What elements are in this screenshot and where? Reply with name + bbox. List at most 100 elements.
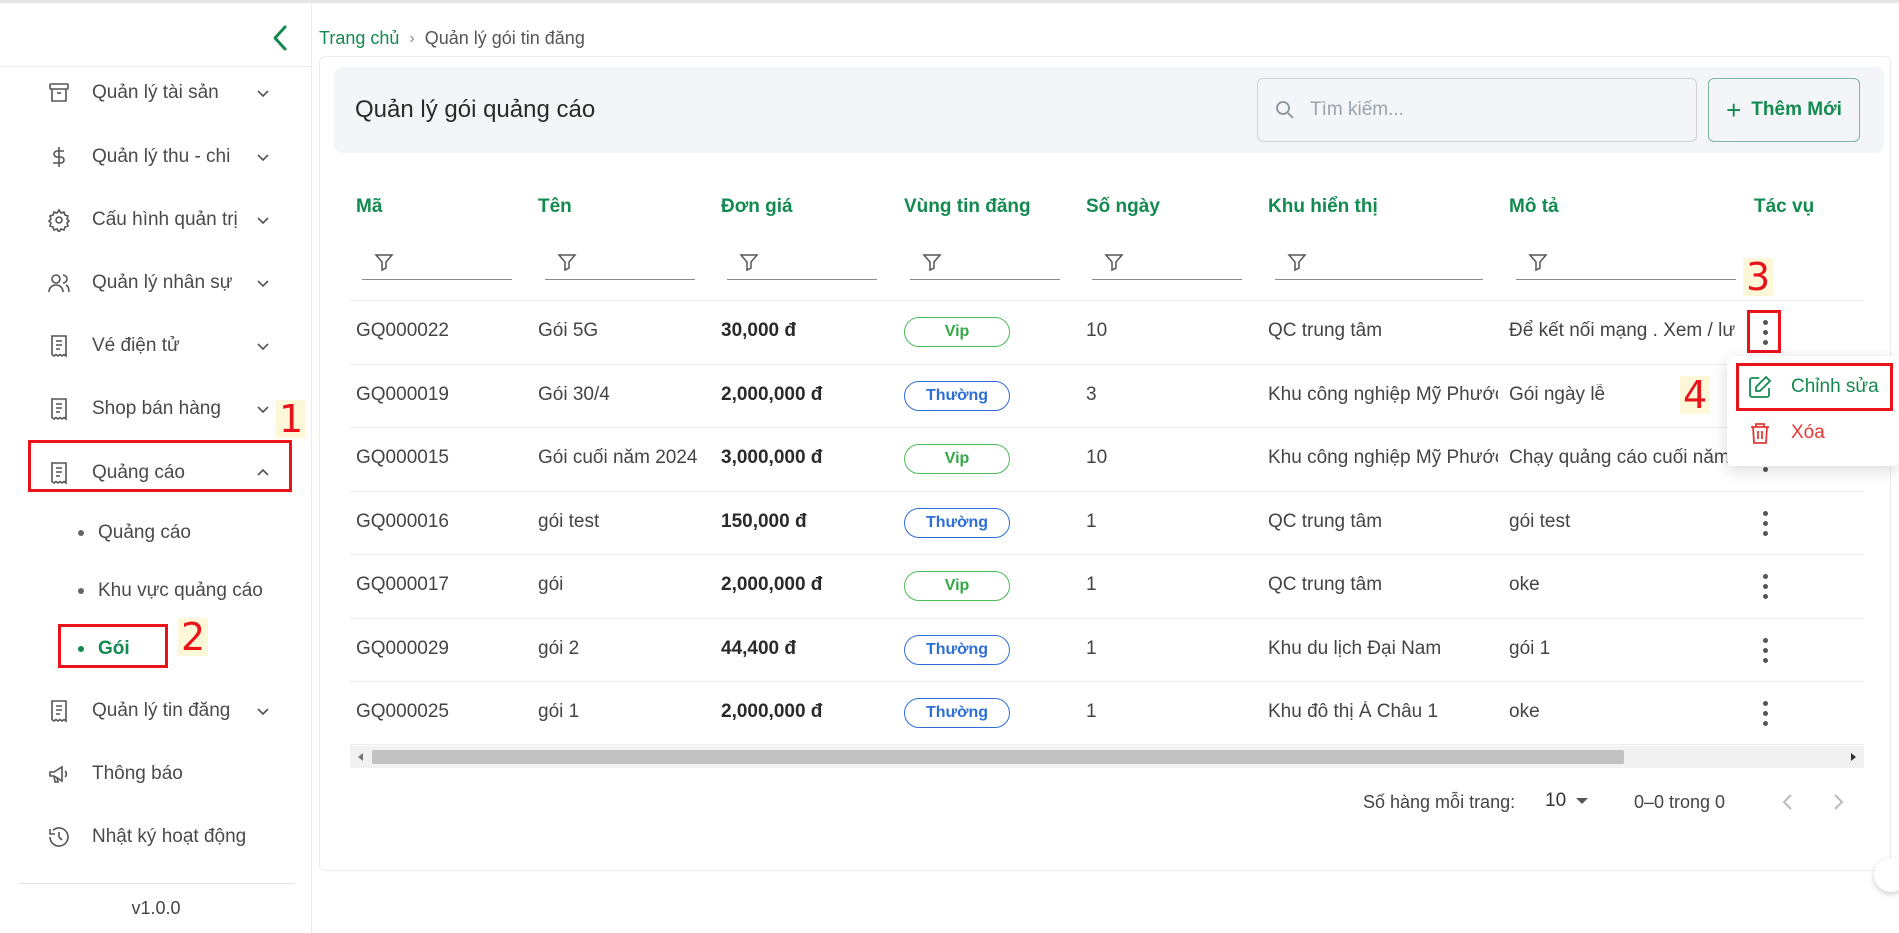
filter-icon	[1528, 254, 1548, 272]
breadcrumb-current: Quản lý gói tin đăng	[424, 28, 585, 48]
row-actions-button[interactable]	[1755, 696, 1775, 730]
chevron-down-icon	[257, 406, 269, 414]
add-new-button[interactable]: + Thêm Mới	[1708, 78, 1860, 142]
sidebar-item-label: Thông báo	[92, 763, 183, 784]
column-header-code[interactable]: Mã	[356, 196, 382, 218]
zone-badge: Vip	[904, 317, 1010, 347]
row-actions-button[interactable]	[1755, 569, 1775, 603]
delete-menu-item[interactable]: Xóa	[1735, 412, 1895, 454]
zone-badge: Thường	[904, 381, 1010, 411]
cell-name: Gói 30/4	[538, 384, 610, 405]
sidebar-item-finance[interactable]: Quản lý thu - chi	[30, 133, 290, 181]
cell-area: QC trung tâm	[1268, 574, 1383, 595]
breadcrumb-home-link[interactable]: Trang chủ	[319, 28, 399, 49]
sidebar-item-label: Vé điện tử	[92, 335, 180, 356]
chevron-left-icon	[273, 25, 287, 51]
page-title: Quản lý gói quảng cáo	[355, 96, 596, 123]
cell-days: 10	[1086, 447, 1108, 468]
kebab-dot-icon	[1762, 700, 1768, 706]
sidebar-subitem-ads[interactable]: Quảng cáo	[60, 513, 191, 553]
sidebar-item-notifications[interactable]: Thông báo	[30, 750, 290, 798]
app-version: v1.0.0	[131, 898, 181, 918]
kebab-dot-icon	[1762, 710, 1768, 716]
history-icon	[46, 824, 72, 850]
filter-icon	[1104, 254, 1124, 272]
cell-days: 1	[1086, 638, 1097, 659]
cell-price: 2,000,000 đ	[721, 384, 823, 405]
sidebar-item-shop[interactable]: Shop bán hàng	[30, 385, 290, 433]
filter-name[interactable]	[545, 250, 695, 280]
search-box[interactable]	[1257, 78, 1697, 142]
add-new-label: Thêm Mới	[1751, 99, 1842, 120]
chevron-down-icon	[257, 154, 269, 162]
kebab-dot-icon	[1762, 530, 1768, 536]
column-header-area[interactable]: Khu hiển thị	[1268, 196, 1378, 218]
sidebar-item-assets[interactable]: Quản lý tài sản	[30, 69, 290, 117]
sidebar-item-hr[interactable]: Quản lý nhân sự	[30, 259, 290, 307]
cell-name: gói 2	[538, 638, 580, 659]
cell-price: 150,000 đ	[721, 511, 807, 532]
annotation-box-1	[28, 440, 292, 492]
column-header-days[interactable]: Số ngày	[1086, 196, 1160, 218]
column-header-name[interactable]: Tên	[538, 196, 572, 218]
column-header-price[interactable]: Đơn giá	[721, 196, 793, 218]
cell-name: gói	[538, 574, 564, 595]
filter-days[interactable]	[1092, 250, 1242, 280]
receipt-icon	[46, 333, 72, 359]
cell-name: Gói 5G	[538, 320, 599, 341]
next-page-icon[interactable]	[1826, 790, 1850, 814]
row-divider	[350, 681, 1864, 682]
filter-zone[interactable]	[910, 250, 1060, 280]
row-divider	[350, 427, 1864, 428]
sidebar-item-label: Shop bán hàng	[92, 398, 221, 419]
annotation-number-2: 2	[178, 618, 209, 656]
filter-icon	[1287, 254, 1307, 272]
scroll-left-icon[interactable]	[354, 750, 368, 764]
cell-price: 3,000,000 đ	[721, 447, 823, 468]
search-input[interactable]	[1310, 99, 1680, 121]
sidebar-subitem-ad-areas[interactable]: Khu vực quảng cáo	[60, 571, 263, 611]
kebab-dot-icon	[1762, 510, 1768, 516]
cell-area: Khu công nghiệp Mỹ Phước	[1268, 384, 1498, 405]
zone-badge: Vip	[904, 444, 1010, 474]
sidebar-item-e-ticket[interactable]: Vé điện tử	[30, 322, 290, 370]
annotation-box-4	[1736, 363, 1893, 411]
receipt-icon	[46, 396, 72, 422]
row-divider	[350, 744, 1864, 745]
column-header-zone[interactable]: Vùng tin đăng	[904, 196, 1031, 218]
kebab-dot-icon	[1762, 593, 1768, 599]
scroll-right-icon[interactable]	[1846, 750, 1860, 764]
cell-days: 3	[1086, 384, 1097, 405]
kebab-dot-icon	[1762, 466, 1768, 472]
row-actions-button[interactable]	[1755, 633, 1775, 667]
cell-code: GQ000016	[356, 511, 449, 532]
sidebar-item-admin-config[interactable]: Cấu hình quản trị	[30, 196, 290, 244]
cell-description: gói test	[1509, 511, 1571, 532]
cell-area: QC trung tâm	[1268, 320, 1383, 341]
column-header-description[interactable]: Mô tả	[1509, 196, 1559, 218]
cell-code: GQ000022	[356, 320, 449, 341]
filter-price[interactable]	[727, 250, 877, 280]
horizontal-scrollbar[interactable]	[350, 746, 1864, 768]
cell-price: 44,400 đ	[721, 638, 796, 659]
filter-code[interactable]	[362, 250, 512, 280]
floating-assistant-icon[interactable]	[1874, 858, 1899, 892]
row-divider	[350, 300, 1864, 301]
filter-area[interactable]	[1275, 250, 1483, 280]
cell-days: 1	[1086, 701, 1097, 722]
collapse-sidebar-button[interactable]	[266, 21, 294, 55]
sidebar-item-label: Nhật ký hoạt động	[92, 826, 247, 847]
search-icon	[1276, 101, 1294, 119]
cell-area: Khu công nghiệp Mỹ Phước	[1268, 447, 1498, 468]
sidebar-item-listings[interactable]: Quản lý tin đăng	[30, 687, 290, 735]
row-actions-button[interactable]	[1755, 506, 1775, 540]
sidebar-item-activity-log[interactable]: Nhật ký hoạt động	[30, 813, 290, 861]
rows-per-page-select[interactable]: 10	[1545, 790, 1589, 812]
users-icon	[46, 270, 72, 296]
scrollbar-thumb[interactable]	[372, 750, 1624, 764]
kebab-dot-icon	[1762, 637, 1768, 643]
filter-description[interactable]	[1516, 250, 1736, 280]
breadcrumb: Trang chủ › Quản lý gói tin đăng	[319, 28, 585, 49]
prev-page-icon[interactable]	[1776, 790, 1800, 814]
filter-icon	[557, 254, 577, 272]
